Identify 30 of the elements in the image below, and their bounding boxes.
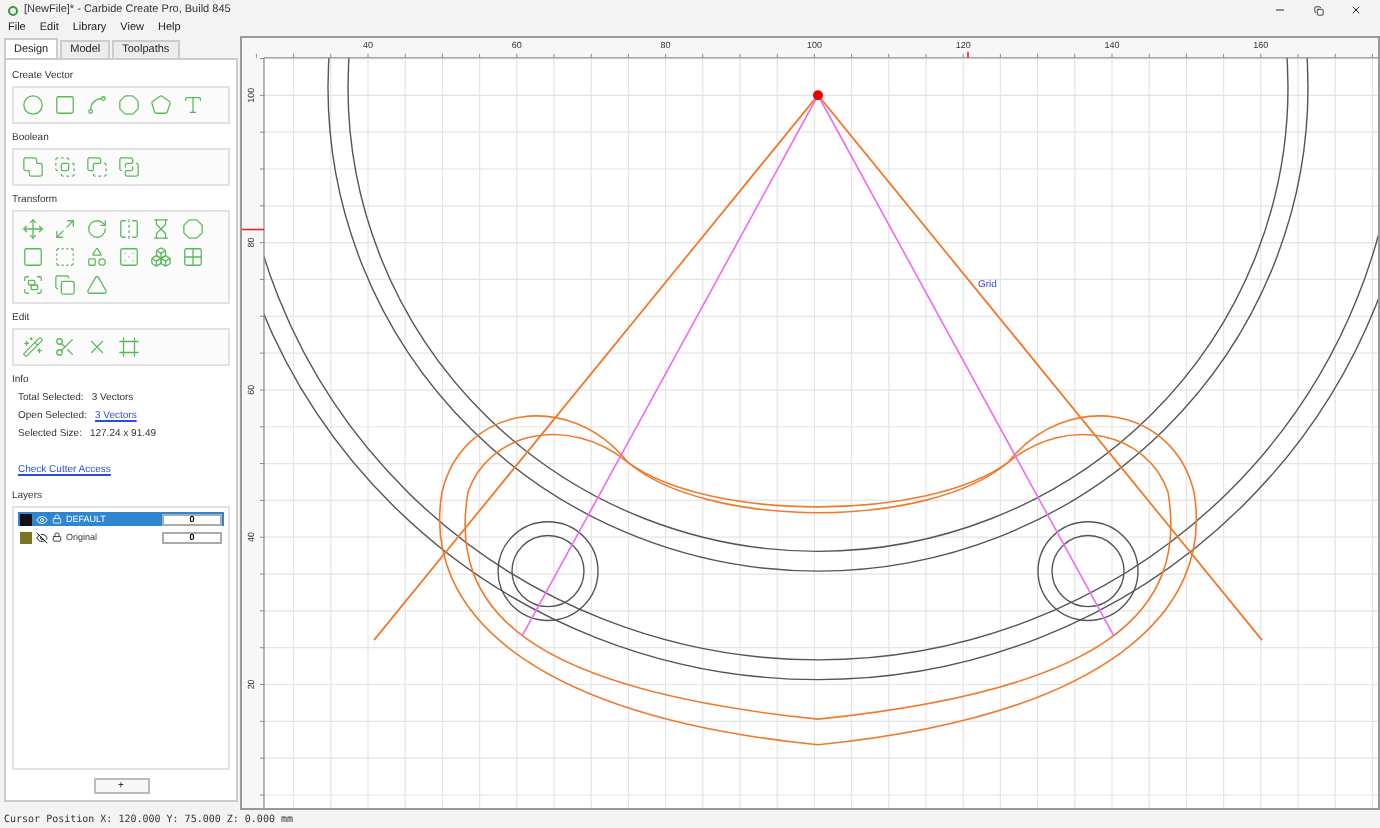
pattern-icon[interactable]	[150, 246, 172, 268]
frame-icon[interactable]	[118, 336, 140, 358]
triangle-icon[interactable]	[86, 274, 108, 296]
cross-icon[interactable]	[86, 336, 108, 358]
grid-icon[interactable]	[182, 246, 204, 268]
offset-icon[interactable]	[182, 218, 204, 240]
rotate-icon[interactable]	[86, 218, 108, 240]
eye-off-icon[interactable]	[36, 531, 48, 543]
square-icon[interactable]	[54, 94, 76, 116]
shapes-icon[interactable]	[86, 246, 108, 268]
lock-icon[interactable]	[52, 532, 62, 542]
curve-icon[interactable]	[86, 94, 108, 116]
union-icon[interactable]	[22, 156, 44, 178]
group-icon[interactable]	[22, 274, 44, 296]
pentagon-icon[interactable]	[150, 94, 172, 116]
rounded-square-icon[interactable]	[22, 246, 44, 268]
mirror-icon[interactable]	[118, 218, 140, 240]
copy-icon[interactable]	[54, 274, 76, 296]
trim-icon[interactable]	[54, 336, 76, 358]
intersect-icon[interactable]	[54, 156, 76, 178]
dots-icon[interactable]	[118, 246, 140, 268]
text-icon[interactable]	[182, 94, 204, 116]
scale-icon[interactable]	[54, 218, 76, 240]
circle-icon[interactable]	[22, 94, 44, 116]
subtract-icon[interactable]	[86, 156, 108, 178]
move-icon[interactable]	[22, 218, 44, 240]
eye-icon[interactable]	[36, 513, 48, 525]
app-logo-icon	[8, 5, 18, 15]
exclude-icon[interactable]	[118, 156, 140, 178]
origin-marker-icon	[813, 90, 823, 101]
